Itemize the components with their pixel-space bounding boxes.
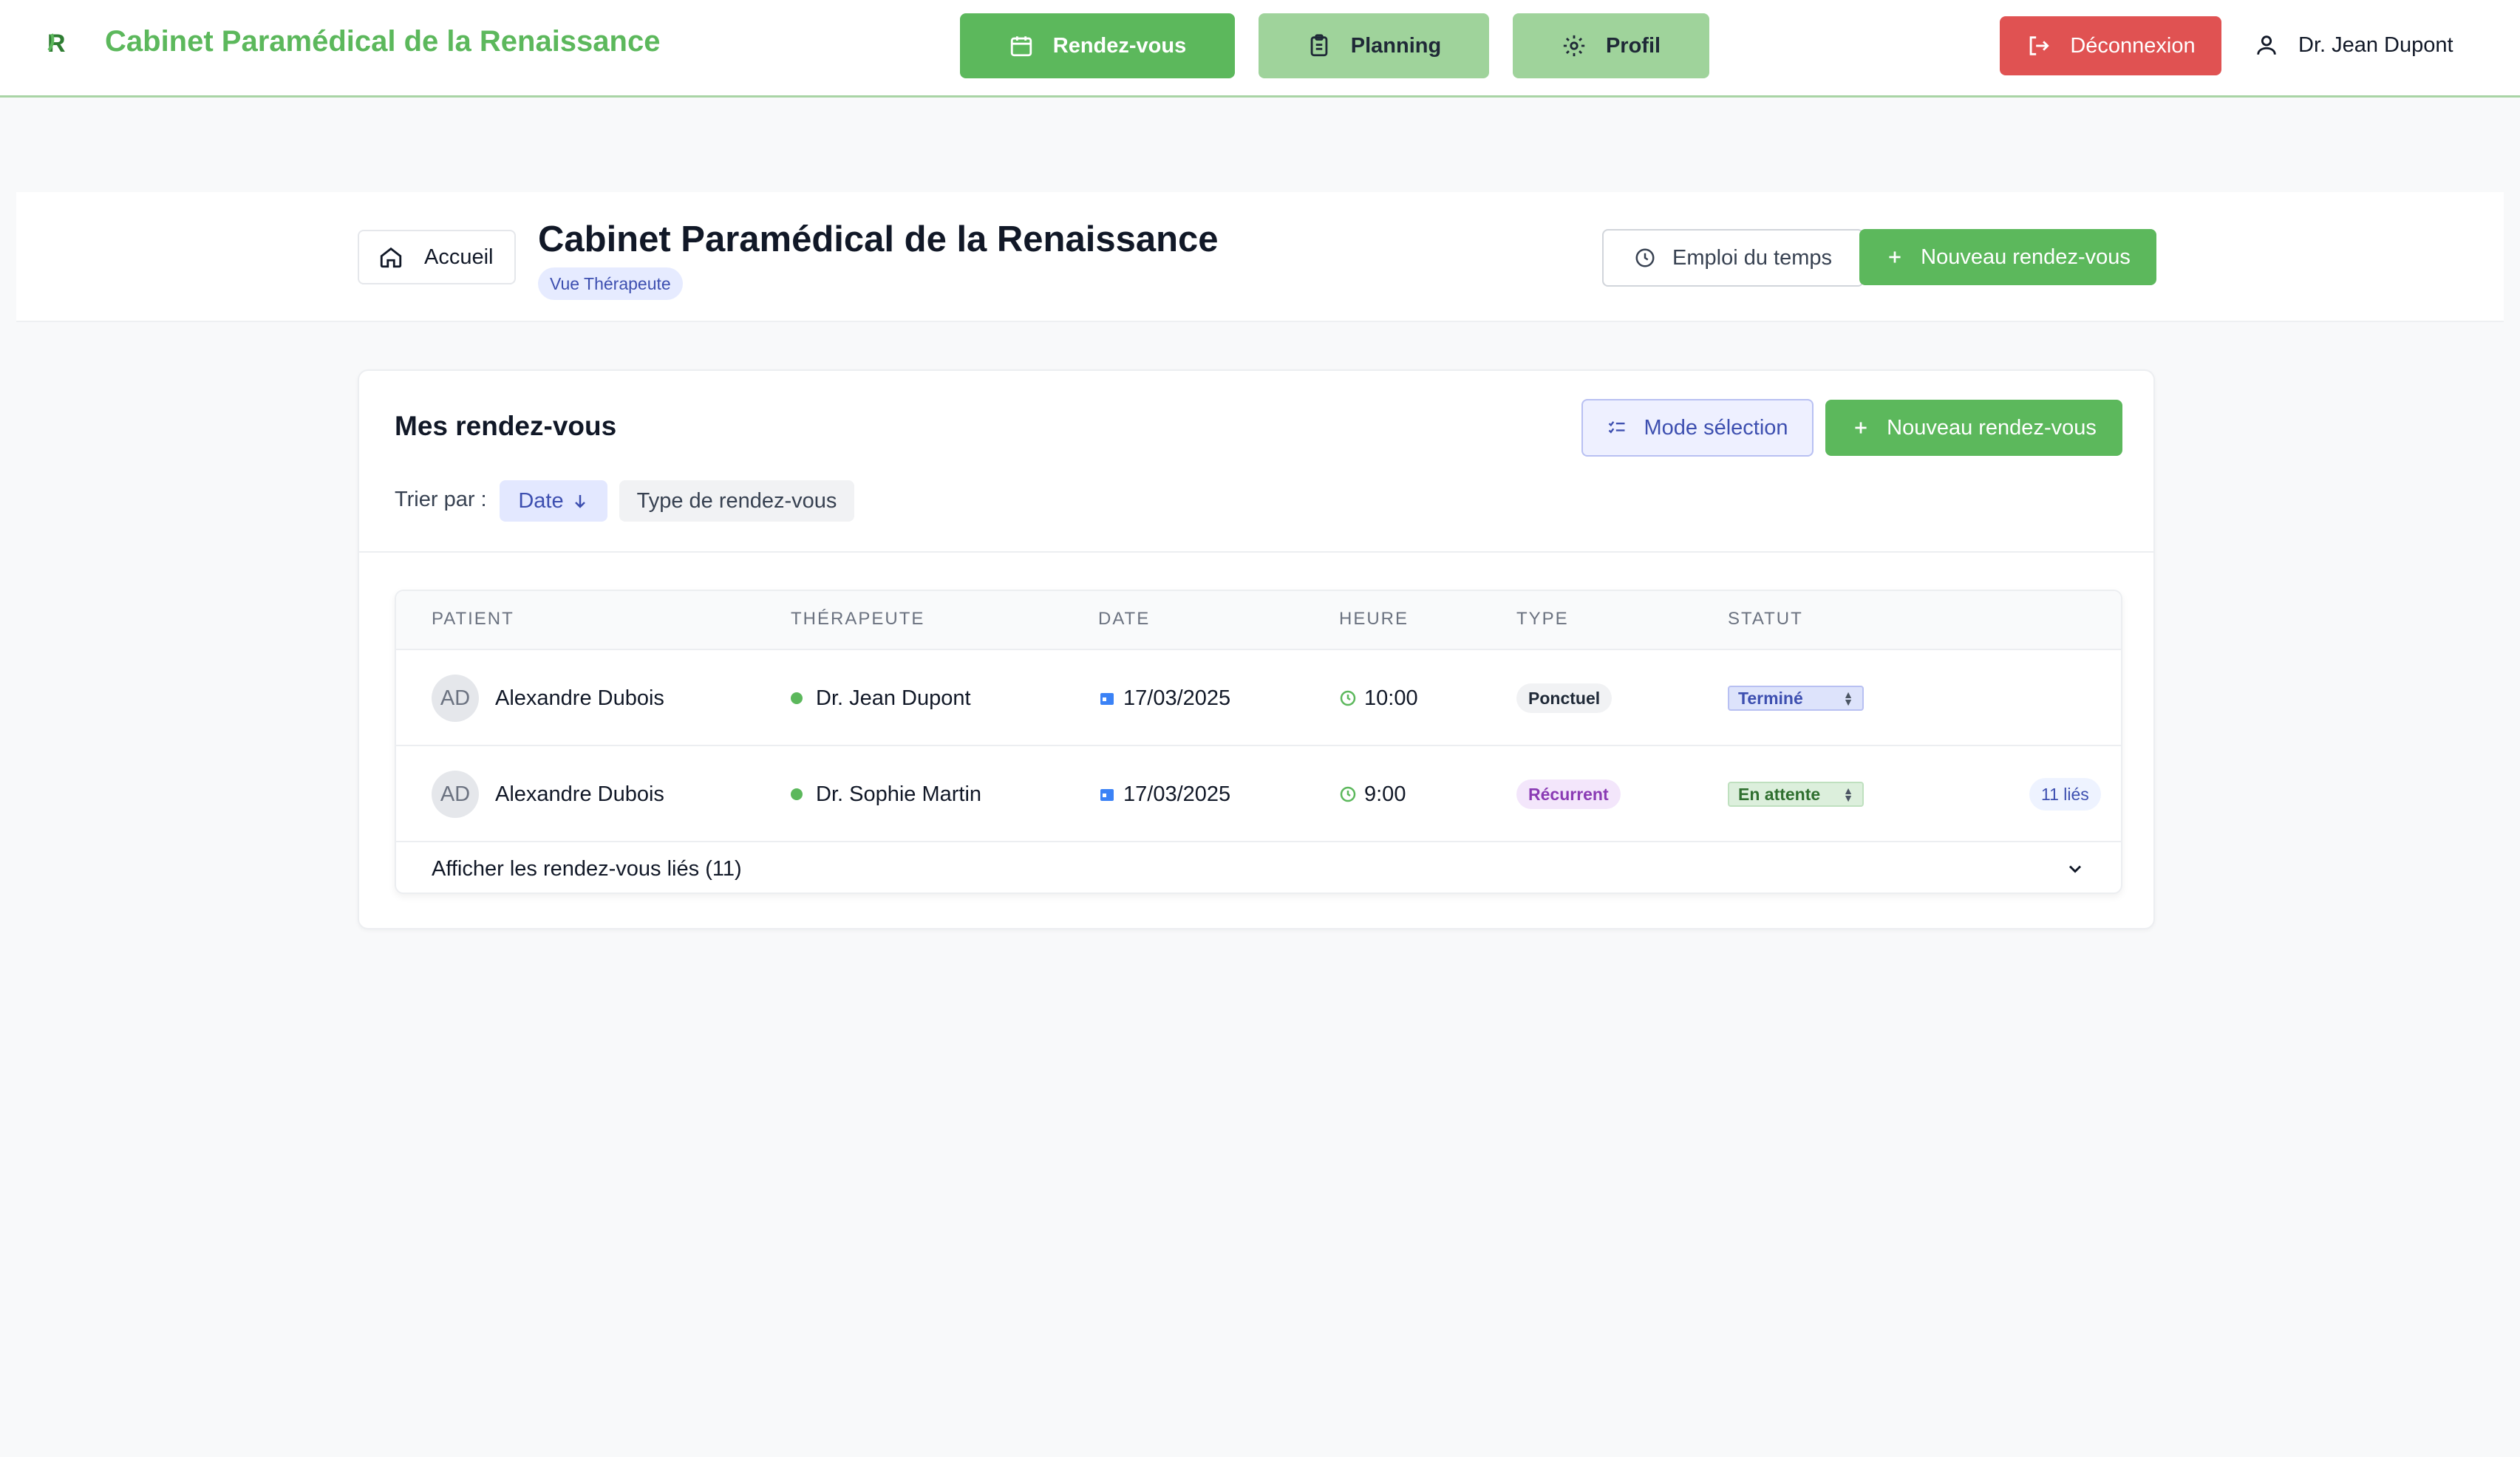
new-appointment-label: Nouveau rendez-vous — [1887, 415, 2097, 440]
selection-mode-label: Mode sélection — [1644, 415, 1788, 440]
clock-icon — [1340, 786, 1356, 802]
user-menu[interactable]: Dr. Jean Dupont — [2254, 27, 2453, 64]
status-select[interactable]: En attente ▲ ▼ — [1728, 782, 1864, 807]
patient-name: Alexandre Dubois — [495, 686, 664, 710]
user-name: Dr. Jean Dupont — [2298, 33, 2453, 57]
page-title: Cabinet Paramédical de la Renaissance — [538, 219, 1219, 259]
selection-mode-button[interactable]: Mode sélection — [1581, 399, 1814, 457]
status-select[interactable]: Terminé ▲ ▼ — [1728, 686, 1864, 711]
schedule-button[interactable]: Emploi du temps — [1602, 229, 1864, 287]
status-dot-icon — [791, 788, 803, 800]
avatar: AD — [432, 675, 479, 722]
status-cell: Terminé ▲ ▼ — [1728, 650, 1864, 746]
patient-cell: AD Alexandre Dubois — [432, 650, 664, 746]
time-cell: 9:00 — [1339, 746, 1406, 842]
date-cell: 17/03/2025 — [1098, 650, 1230, 746]
status-value: En attente — [1738, 784, 1821, 804]
clock-icon — [1340, 690, 1356, 706]
column-header-type[interactable]: TYPE — [1516, 609, 1569, 629]
appointment-date: 17/03/2025 — [1123, 686, 1231, 710]
chevron-down-icon — [2068, 865, 2082, 873]
new-appointment-label: Nouveau rendez-vous — [1921, 245, 2131, 269]
sort-option-label: Type de rendez-vous — [636, 488, 837, 513]
plus-icon — [1855, 422, 1867, 434]
nav-tab-planning[interactable]: Planning — [1259, 13, 1489, 78]
plus-icon — [1889, 251, 1901, 263]
logo-icon[interactable]: R — [44, 28, 74, 58]
sort-by-date[interactable]: Date — [500, 480, 607, 522]
new-appointment-button[interactable]: Nouveau rendez-vous — [1859, 229, 2156, 285]
appointment-time: 10:00 — [1364, 686, 1418, 710]
status-cell: En attente ▲ ▼ — [1728, 746, 1864, 842]
section-title: Mes rendez-vous — [395, 411, 617, 441]
calendar-icon — [1100, 789, 1114, 801]
type-badge: Récurrent — [1516, 779, 1621, 809]
nav-tab-profil[interactable]: Profil — [1513, 13, 1709, 78]
home-label: Accueil — [424, 245, 494, 269]
patient-name: Alexandre Dubois — [495, 782, 664, 806]
appointment-date: 17/03/2025 — [1123, 782, 1231, 806]
table-row[interactable]: AD Alexandre Dubois Dr. Jean Dupont 17/0… — [396, 650, 2121, 746]
appointments-card: Mes rendez-vous Mode sélection Nouveau r… — [358, 369, 2155, 929]
home-button[interactable]: Accueil — [358, 230, 516, 284]
column-header-patient[interactable]: PATIENT — [432, 609, 514, 629]
therapist-cell: Dr. Jean Dupont — [791, 650, 971, 746]
table-row[interactable]: AD Alexandre Dubois Dr. Sophie Martin 17… — [396, 746, 2121, 842]
date-cell: 17/03/2025 — [1098, 746, 1230, 842]
column-header-therapist[interactable]: THÉRAPEUTE — [791, 609, 924, 629]
role-badge: Vue Thérapeute — [538, 267, 683, 300]
nav-tab-rendez-vous[interactable]: Rendez-vous — [960, 13, 1235, 78]
calendar-icon — [1010, 36, 1032, 57]
nav-tab-label: Planning — [1350, 33, 1442, 58]
column-header-date[interactable]: DATE — [1098, 609, 1150, 629]
nav-tab-label: Rendez-vous — [1052, 33, 1187, 58]
type-badge: Ponctuel — [1516, 683, 1613, 713]
clock-icon — [1635, 248, 1655, 267]
sort-option-label: Date — [518, 488, 564, 513]
logout-button[interactable]: Déconnexion — [2000, 16, 2221, 75]
status-value: Terminé — [1738, 688, 1803, 708]
type-cell: Récurrent — [1516, 746, 1621, 842]
column-header-status[interactable]: STATUT — [1728, 609, 1803, 629]
checklist-icon — [1609, 421, 1625, 434]
patient-cell: AD Alexandre Dubois — [432, 746, 664, 842]
appointment-time: 9:00 — [1364, 782, 1406, 806]
sort-by-type[interactable]: Type de rendez-vous — [619, 480, 854, 522]
expand-label: Afficher les rendez-vous liés (11) — [432, 856, 742, 881]
divider — [359, 551, 2153, 553]
appointments-table: PATIENT THÉRAPEUTE DATE HEURE TYPE STATU… — [395, 590, 2122, 894]
type-cell: Ponctuel — [1516, 650, 1613, 746]
logout-icon — [2030, 36, 2050, 55]
page-header: Accueil Cabinet Paramédical de la Renais… — [16, 192, 2504, 322]
new-appointment-button[interactable]: Nouveau rendez-vous — [1825, 400, 2122, 456]
therapist-name: Dr. Jean Dupont — [816, 686, 971, 710]
linked-cell: 11 liés — [2029, 746, 2101, 842]
logout-label: Déconnexion — [2070, 33, 2196, 58]
linked-count-badge[interactable]: 11 liés — [2029, 778, 2101, 811]
therapist-name: Dr. Sophie Martin — [816, 782, 982, 806]
nav-tab-label: Profil — [1605, 33, 1661, 58]
avatar: AD — [432, 771, 479, 818]
gear-icon — [1563, 35, 1585, 57]
app-title[interactable]: Cabinet Paramédical de la Renaissance — [105, 25, 660, 58]
table-header: PATIENT THÉRAPEUTE DATE HEURE TYPE STATU… — [396, 591, 2121, 650]
show-linked-appointments-toggle[interactable]: Afficher les rendez-vous liés (11) — [396, 842, 2121, 893]
top-navbar: R Cabinet Paramédical de la Renaissance … — [0, 0, 2520, 98]
schedule-label: Emploi du temps — [1672, 245, 1832, 270]
clipboard-icon — [1310, 34, 1328, 57]
therapist-cell: Dr. Sophie Martin — [791, 746, 981, 842]
column-header-time[interactable]: HEURE — [1339, 609, 1409, 629]
status-dot-icon — [791, 692, 803, 704]
select-arrows-icon: ▲ ▼ — [1843, 689, 1853, 708]
time-cell: 10:00 — [1339, 650, 1418, 746]
calendar-icon — [1100, 693, 1114, 705]
sort-label: Trier par : — [395, 488, 487, 511]
home-icon — [380, 247, 402, 268]
user-icon — [2257, 35, 2276, 55]
arrow-down-icon — [574, 495, 585, 508]
select-arrows-icon: ▲ ▼ — [1843, 785, 1853, 804]
svg-text:R: R — [47, 30, 66, 58]
